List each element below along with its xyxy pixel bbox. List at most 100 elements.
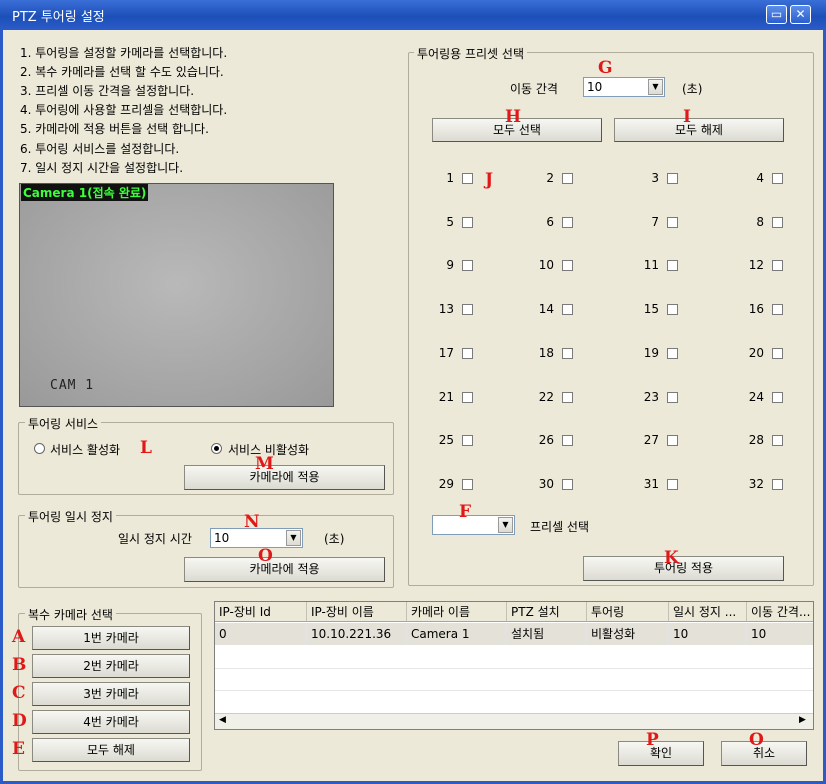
marker-l: L <box>140 438 152 458</box>
preset-checkbox[interactable] <box>562 392 573 403</box>
preset-number-label: 4 <box>756 171 764 185</box>
preset-checkbox[interactable] <box>667 304 678 315</box>
marker-f: F <box>459 502 472 522</box>
cancel-button[interactable]: 취소 <box>721 741 807 766</box>
preset-checkbox[interactable] <box>562 348 573 359</box>
preset-checkbox[interactable] <box>562 173 573 184</box>
preset-checkbox[interactable] <box>772 304 783 315</box>
ok-button[interactable]: 확인 <box>618 741 704 766</box>
preset-checkbox[interactable] <box>667 260 678 271</box>
touring-apply-button[interactable]: 투어링 적용 <box>583 556 784 581</box>
preset-checkbox[interactable] <box>562 304 573 315</box>
pause-apply-button[interactable]: 카메라에 적용 <box>184 557 385 582</box>
marker-o: O <box>258 546 273 566</box>
minimize-button[interactable]: ▭ <box>766 5 787 24</box>
preset-checkbox[interactable] <box>462 479 473 490</box>
table-cell: 10.10.221.36 <box>307 623 407 645</box>
preset-number-label: 27 <box>643 433 659 447</box>
preset-checkbox[interactable] <box>772 392 783 403</box>
preset-number-label: 18 <box>538 346 554 360</box>
camera-3-button[interactable]: 3번 카메라 <box>32 682 190 706</box>
preset-checkbox[interactable] <box>462 217 473 228</box>
preset-combo[interactable]: ▼ <box>432 515 515 535</box>
preset-group-label: 투어링용 프리셋 선택 <box>414 45 527 62</box>
preset-number-label: 8 <box>756 215 764 229</box>
preset-number-label: 10 <box>538 258 554 272</box>
dropdown-arrow-icon[interactable]: ▼ <box>286 530 301 546</box>
preset-checkbox[interactable] <box>562 479 573 490</box>
column-header[interactable]: PTZ 설치 <box>507 602 587 622</box>
preset-checkbox[interactable] <box>667 392 678 403</box>
preset-number-label: 9 <box>446 258 454 272</box>
service-enable-label[interactable]: 서비스 활성화 <box>50 441 120 458</box>
preset-checkbox[interactable] <box>772 479 783 490</box>
marker-c: C <box>12 683 26 703</box>
preset-checkbox[interactable] <box>462 435 473 446</box>
marker-i: I <box>683 107 691 127</box>
camera-4-button[interactable]: 4번 카메라 <box>32 710 190 734</box>
interval-combo[interactable]: 10 ▼ <box>583 77 665 97</box>
column-header[interactable]: 일시 정지 ... <box>669 602 747 622</box>
preset-checkbox[interactable] <box>462 348 473 359</box>
service-enable-radio[interactable] <box>34 443 45 454</box>
preset-number-label: 23 <box>643 390 659 404</box>
preset-checkbox[interactable] <box>667 348 678 359</box>
column-header[interactable]: IP-장비 이름 <box>307 602 407 622</box>
preset-checkbox[interactable] <box>772 217 783 228</box>
preset-number-label: 17 <box>438 346 454 360</box>
clear-all-button[interactable]: 모두 해제 <box>614 118 784 142</box>
table-row[interactable]: 0 10.10.221.36 Camera 1 설치됨 비활성화 10 10 <box>215 623 813 645</box>
pause-time-label: 일시 정지 시간 <box>118 532 192 546</box>
preset-checkbox[interactable] <box>462 260 473 271</box>
preset-checkbox[interactable] <box>562 435 573 446</box>
preset-number-label: 20 <box>748 346 764 360</box>
multi-camera-group-label: 복수 카메라 선택 <box>25 606 116 623</box>
horizontal-scrollbar[interactable]: ◀ ▶ <box>215 713 813 729</box>
interval-unit: (초) <box>682 82 703 96</box>
column-header[interactable]: 투어링 <box>587 602 669 622</box>
preset-checkbox[interactable] <box>772 260 783 271</box>
scroll-right-icon[interactable]: ▶ <box>799 715 806 725</box>
preset-checkbox[interactable] <box>667 173 678 184</box>
dropdown-arrow-icon[interactable]: ▼ <box>498 517 513 533</box>
service-group-label: 투어링 서비스 <box>25 415 102 432</box>
row-divider <box>215 690 813 691</box>
preset-checkbox[interactable] <box>667 479 678 490</box>
column-header[interactable]: 카메라 이름 <box>407 602 507 622</box>
preset-checkbox[interactable] <box>462 173 473 184</box>
camera-2-button[interactable]: 2번 카메라 <box>32 654 190 678</box>
marker-b: B <box>12 655 27 675</box>
column-header[interactable]: 이동 간격... <box>747 602 813 622</box>
preset-number-label: 15 <box>643 302 659 316</box>
preset-number-label: 2 <box>546 171 554 185</box>
camera-1-button[interactable]: 1번 카메라 <box>32 626 190 650</box>
preset-checkbox[interactable] <box>667 435 678 446</box>
scroll-left-icon[interactable]: ◀ <box>219 715 226 725</box>
camera-id-overlay: CAM 1 <box>50 378 95 393</box>
title-bar[interactable]: PTZ 투어링 설정 ▭ ✕ <box>0 0 826 30</box>
marker-h: H <box>505 107 522 127</box>
service-disable-radio[interactable] <box>211 443 222 454</box>
service-apply-button[interactable]: 카메라에 적용 <box>184 465 385 490</box>
step-1: 1. 투어링을 설정할 카메라를 선택합니다. <box>20 46 228 60</box>
preset-checkbox[interactable] <box>772 435 783 446</box>
preset-checkbox[interactable] <box>772 348 783 359</box>
preset-checkbox[interactable] <box>462 392 473 403</box>
preset-checkbox[interactable] <box>562 217 573 228</box>
table-cell: 설치됨 <box>507 623 587 645</box>
dropdown-arrow-icon[interactable]: ▼ <box>648 79 663 95</box>
step-7: 7. 일시 정지 시간을 설정합니다. <box>20 161 184 175</box>
table-cell: 비활성화 <box>587 623 669 645</box>
preset-checkbox[interactable] <box>772 173 783 184</box>
marker-k: K <box>664 548 679 568</box>
camera-clear-all-button[interactable]: 모두 해제 <box>32 738 190 762</box>
preset-number-label: 7 <box>651 215 659 229</box>
preset-checkbox[interactable] <box>667 217 678 228</box>
close-button[interactable]: ✕ <box>790 5 811 24</box>
preset-checkbox[interactable] <box>462 304 473 315</box>
preset-checkbox[interactable] <box>562 260 573 271</box>
step-6: 6. 투어링 서비스를 설정합니다. <box>20 142 180 156</box>
camera-table[interactable]: IP-장비 Id IP-장비 이름 카메라 이름 PTZ 설치 투어링 일시 정… <box>214 601 814 730</box>
preset-number-label: 16 <box>748 302 764 316</box>
column-header[interactable]: IP-장비 Id <box>215 602 307 622</box>
